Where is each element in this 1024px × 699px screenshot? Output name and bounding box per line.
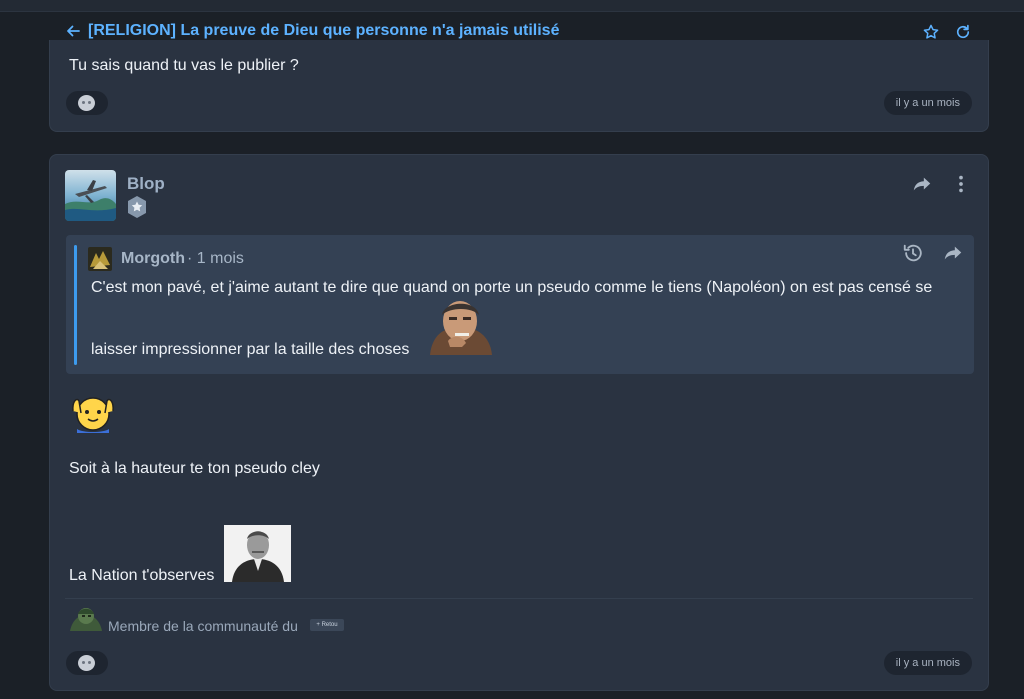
reaction-button[interactable] — [66, 651, 108, 675]
post-timestamp[interactable]: il y a un mois — [883, 91, 972, 115]
quote-bar — [74, 245, 77, 365]
quote-text-line: laisser impressionner par la taille des … — [91, 341, 410, 358]
post-author[interactable]: Blop — [127, 174, 165, 194]
quote-text-line: C'est mon pavé, et j'aime autant te dire… — [91, 279, 933, 296]
quote-author[interactable]: Morgoth — [121, 250, 185, 268]
history-icon[interactable] — [902, 242, 924, 264]
sticker-image — [422, 297, 498, 355]
reaction-button[interactable] — [66, 91, 108, 115]
post-body-line: La Nation t'observes — [69, 567, 215, 584]
refresh-icon[interactable] — [954, 23, 972, 41]
share-icon[interactable] — [942, 242, 964, 264]
emoji-face-icon — [78, 95, 95, 111]
portrait-image — [224, 525, 291, 582]
share-icon[interactable] — [911, 173, 933, 195]
arrow-left-icon[interactable] — [65, 23, 81, 39]
quote-block: Morgoth · 1 mois C'est mon pavé, et j'ai… — [66, 235, 974, 374]
quote-time: · 1 mois — [187, 250, 244, 267]
post-card: Tu sais quand tu vas le publier ? il y a… — [49, 40, 989, 132]
member-badge-icon — [128, 196, 146, 218]
post-body: Tu sais quand tu vas le publier ? — [69, 57, 299, 74]
emoji-face-icon — [78, 655, 95, 671]
signature-image — [68, 605, 104, 631]
window-top-strip — [0, 0, 1024, 12]
signature-text: Membre de la communauté du — [108, 618, 298, 634]
post-body-line: Soit à la hauteur te ton pseudo cley — [69, 460, 320, 477]
quote-avatar[interactable] — [88, 247, 112, 271]
more-options-icon[interactable] — [950, 173, 972, 195]
star-outline-icon[interactable] — [922, 23, 940, 41]
waving-emoji-image — [69, 393, 117, 433]
topic-title[interactable]: [RELIGION] La preuve de Dieu que personn… — [88, 22, 559, 40]
post-card: Blop Morgoth · 1 mois C'est mon pavé, et… — [49, 154, 989, 691]
post-timestamp[interactable]: il y a un mois — [883, 651, 972, 675]
signature-tag: + Retou — [310, 619, 344, 631]
avatar[interactable] — [65, 170, 116, 221]
signature-divider — [65, 598, 973, 599]
